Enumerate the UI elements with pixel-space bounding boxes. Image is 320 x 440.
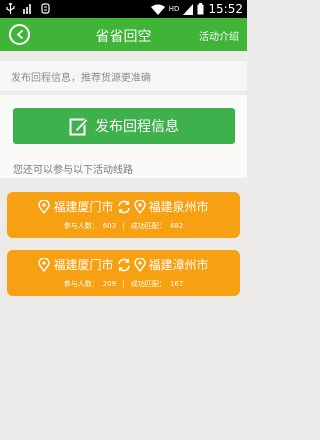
- status-left-icons: [6, 3, 50, 14]
- route-cities: 福建厦门市 福建漳州市: [7, 256, 240, 273]
- route-from: 福建厦门市: [53, 200, 114, 214]
- activity-hint: 您还可以参与以下活动线路: [13, 165, 133, 176]
- participants-label: 参与人数：: [63, 280, 99, 288]
- route-cities: 福建厦门市 福建泉州市: [7, 198, 240, 215]
- route-card[interactable]: 福建厦门市 福建漳州市 参与人数： 209 | 成功匹配： 167: [7, 250, 240, 296]
- stats-separator: |: [122, 222, 125, 230]
- hd-signal-icon: [183, 3, 194, 15]
- success-label: 成功匹配：: [130, 280, 166, 288]
- success-label: 成功匹配：: [130, 222, 166, 230]
- status-right-icons: HD 15:52: [150, 2, 243, 16]
- hd-label: HD: [168, 5, 180, 13]
- route-stats: 参与人数： 209 | 成功匹配： 167: [7, 279, 240, 289]
- edit-icon: [69, 117, 89, 136]
- swap-arrows-icon: [117, 258, 130, 271]
- participants-count: 209: [102, 280, 117, 288]
- route-from: 福建厦门市: [53, 258, 114, 272]
- participants-count: 603: [102, 222, 117, 230]
- route-stats: 参与人数： 603 | 成功匹配： 482: [7, 221, 240, 231]
- usb-icon: [6, 3, 15, 14]
- publish-return-info-button[interactable]: 发布回程信息: [13, 108, 235, 144]
- route-card[interactable]: 福建厦门市 福建泉州市 参与人数： 603 | 成功匹配： 482: [7, 192, 240, 238]
- location-pin-icon: [38, 257, 51, 272]
- success-count: 167: [169, 280, 184, 288]
- stats-separator: |: [122, 280, 125, 288]
- route-to: 福建泉州市: [148, 200, 209, 214]
- status-bar: HD 15:52: [0, 0, 247, 18]
- success-count: 482: [169, 222, 184, 230]
- info-bar: 发布回程信息，推荐货源更准确: [0, 61, 247, 91]
- participants-label: 参与人数：: [63, 222, 99, 230]
- location-pin-icon: [38, 199, 51, 214]
- swap-arrows-icon: [117, 200, 130, 213]
- wifi-icon: [150, 4, 165, 15]
- status-time: 15:52: [208, 2, 243, 16]
- location-pin-icon: [133, 199, 146, 214]
- battery-icon: [197, 3, 204, 15]
- app-header: 省省回空 活动介绍: [0, 18, 247, 51]
- location-pin-icon: [133, 257, 146, 272]
- route-to: 福建漳州市: [148, 258, 209, 272]
- activity-intro-link[interactable]: 活动介绍: [199, 28, 239, 43]
- usb-debug-icon: [41, 3, 50, 14]
- publish-button-label: 发布回程信息: [95, 119, 179, 135]
- signal-bars-icon: [23, 4, 31, 14]
- publish-panel: 发布回程信息 您还可以参与以下活动线路: [0, 95, 247, 178]
- info-text: 发布回程信息，推荐货源更准确: [11, 73, 151, 84]
